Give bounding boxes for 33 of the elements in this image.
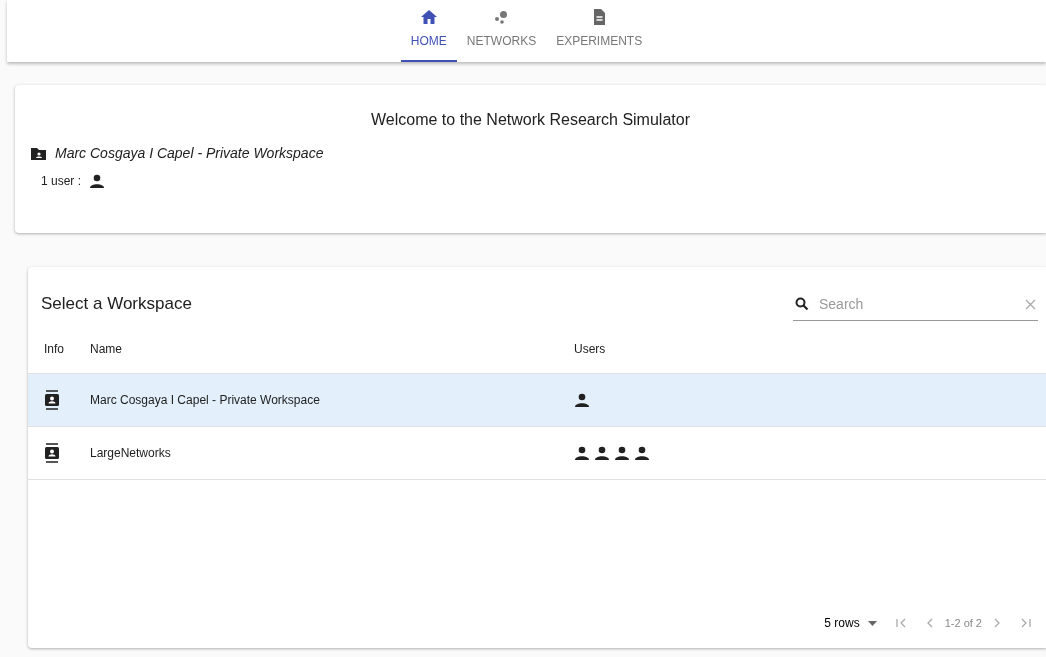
workspace-row[interactable]: Marc Cosgaya I Capel - Private Workspace (28, 374, 1046, 427)
search-icon (795, 297, 809, 311)
user-count: 1 user : (41, 173, 82, 191)
person-icon (574, 393, 590, 407)
first-page-icon[interactable] (894, 617, 907, 629)
folder-icon (30, 146, 47, 161)
contact-card-icon[interactable] (44, 390, 60, 410)
page-range: 1-2 of 2 (944, 615, 982, 631)
person-icon (89, 174, 106, 189)
nav-tab[interactable]: NETWORKS (456, 0, 547, 62)
workspace-name: Marc Cosgaya I Capel - Private Workspace (55, 144, 324, 164)
welcome-title: Welcome to the Network Research Simulator (370, 110, 691, 130)
person-icon (574, 446, 590, 460)
nav-tab[interactable]: EXPERIMENTS (546, 0, 653, 62)
next-page-icon[interactable] (992, 617, 1002, 629)
dropdown-icon (867, 620, 877, 626)
card-title: Select a Workspace (41, 294, 192, 315)
contact-card-icon[interactable] (44, 443, 60, 463)
workspace-name: Marc Cosgaya I Capel - Private Workspace (90, 393, 320, 407)
search-field[interactable]: Search (817, 292, 1017, 316)
home-icon (419, 8, 438, 26)
workspace-row[interactable]: LargeNetworks (28, 427, 1046, 480)
column-header: Name (90, 341, 122, 356)
rows-per-page-select[interactable]: 5 rows (824, 614, 877, 632)
column-header: Info (44, 341, 64, 356)
person-icon (614, 446, 630, 460)
person-icon (634, 446, 650, 460)
clear-icon[interactable] (1025, 298, 1036, 310)
person-icon (594, 446, 610, 460)
column-header: Users (574, 341, 606, 356)
last-page-icon[interactable] (1020, 617, 1032, 629)
workspace-name: LargeNetworks (90, 446, 171, 460)
nav-tab[interactable]: HOME (400, 0, 457, 62)
